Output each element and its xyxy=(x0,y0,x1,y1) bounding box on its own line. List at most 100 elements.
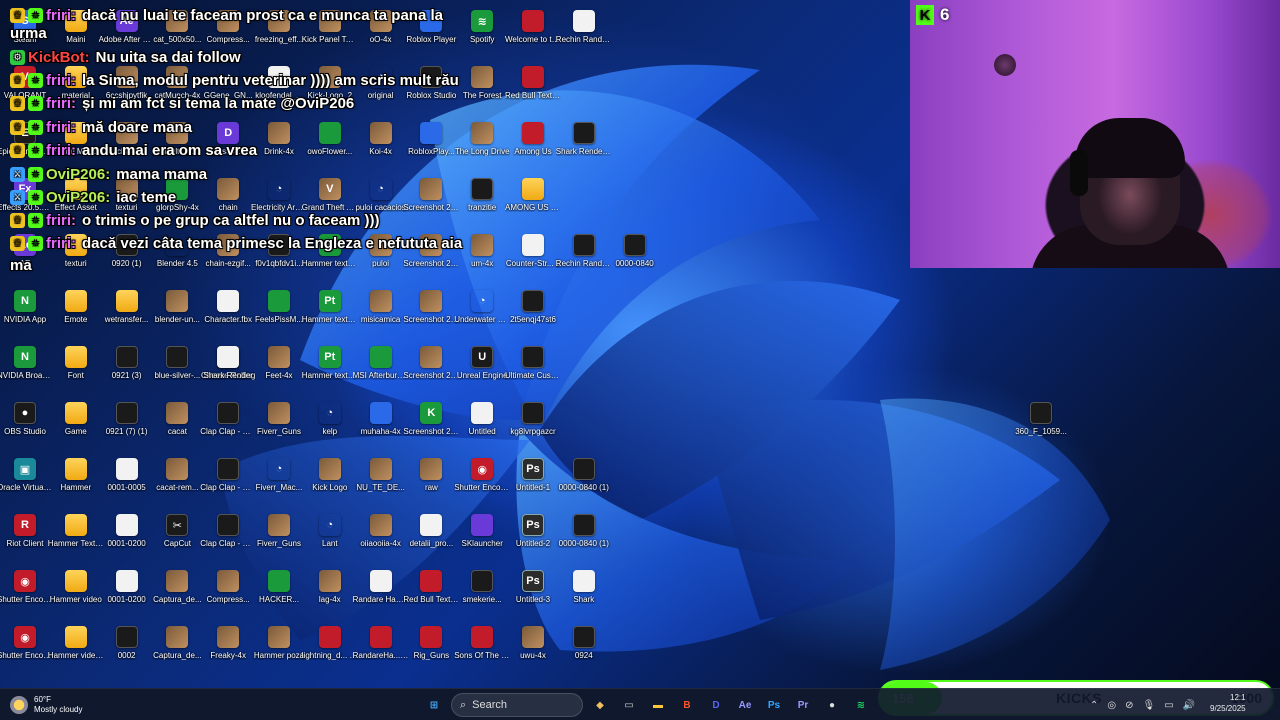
desktop-icon[interactable]: lightning_d... (1) xyxy=(302,622,358,676)
desktop-icon[interactable]: wetransfer... xyxy=(101,286,153,340)
desktop-icon[interactable]: N NVIDIA Broadcast xyxy=(0,342,53,396)
desktop-icon[interactable]: Ps Untitled-1 xyxy=(507,454,559,508)
volume-icon[interactable]: 🔊 xyxy=(1183,700,1195,711)
spotify-app[interactable]: ≋ xyxy=(849,693,873,717)
desktop-icon[interactable]: ◔ Fiverr_Mac... xyxy=(253,454,305,508)
desktop-icon[interactable]: cacat-rem... xyxy=(151,454,203,508)
desktop-icon[interactable]: 2t5enqj47st6 xyxy=(507,286,559,340)
desktop-icon[interactable]: Hammer video xyxy=(50,566,102,620)
desktop-icon[interactable]: ≋ Spotify xyxy=(456,6,508,60)
desktop-icon[interactable]: ▣ Oracle VirtualBox xyxy=(0,454,53,508)
file-explorer-app[interactable]: ▬ xyxy=(646,693,670,717)
network-icon[interactable]: ▭ xyxy=(1164,700,1173,711)
desktop-icon[interactable]: tranzitie xyxy=(456,174,508,228)
desktop-icon[interactable]: kg8lvrpgazcr xyxy=(507,398,559,452)
discord-app[interactable]: D xyxy=(704,693,728,717)
desktop-icon[interactable]: Fiverr_Guns xyxy=(253,398,305,452)
desktop-icon[interactable]: Untitled xyxy=(456,398,508,452)
desktop-icon[interactable]: 0000-0840 xyxy=(609,230,661,284)
desktop-icon[interactable]: FeelsPissM... xyxy=(253,286,305,340)
desktop-icon[interactable]: Ultimate Custo... xyxy=(505,342,561,396)
desktop-icon[interactable]: um-4x xyxy=(456,230,508,284)
desktop-icon[interactable]: Koi-4x xyxy=(355,118,407,172)
desktop-icon[interactable]: 360_F_1059... xyxy=(1015,398,1067,452)
desktop-icon[interactable]: detalii_pro... xyxy=(405,510,457,564)
desktop-icon[interactable]: HACKER... xyxy=(253,566,305,620)
desktop-icon[interactable]: ◉ Shutter Encod... xyxy=(0,566,53,620)
desktop-icon[interactable]: Among Us xyxy=(507,118,559,172)
desktop-icon[interactable]: Ps Untitled-3 xyxy=(507,566,559,620)
widgets-app[interactable]: ◆ xyxy=(588,693,612,717)
photoshop-app[interactable]: Ps xyxy=(762,693,786,717)
desktop-icon[interactable]: Clap Clap - Walkthrou... xyxy=(200,398,256,452)
desktop-icon[interactable]: Shark Render xyxy=(202,342,254,396)
premiere-app[interactable]: Pr xyxy=(791,693,815,717)
desktop-icon[interactable]: Rig_Guns xyxy=(405,622,457,676)
desktop-icon[interactable]: SKlauncher xyxy=(456,510,508,564)
desktop-icon[interactable]: Screenshot 2025-09-... xyxy=(403,286,459,340)
desktop-icon[interactable]: Screenshot 2025-09-... xyxy=(403,174,459,228)
overlay-icon[interactable]: ⊘ xyxy=(1125,700,1133,711)
desktop-icon[interactable]: raw xyxy=(405,454,457,508)
desktop-icon[interactable]: Compress... xyxy=(202,566,254,620)
desktop-icon[interactable]: The Long Drive xyxy=(455,118,510,172)
obs-app[interactable]: ● xyxy=(820,693,844,717)
desktop-icon[interactable]: Fiverr_Guns xyxy=(253,510,305,564)
desktop-icon[interactable]: Sons Of The Forest xyxy=(454,622,510,676)
desktop-icon[interactable]: U Unreal Engine xyxy=(456,342,508,396)
desktop-icon[interactable]: Drink-4x xyxy=(253,118,305,172)
desktop-icon[interactable]: ● OBS Studio xyxy=(0,398,51,452)
desktop-icon[interactable]: owoFlower... xyxy=(304,118,356,172)
desktop-icon[interactable]: 0000-0840 (1) xyxy=(558,454,610,508)
desktop-icon[interactable]: ◉ Shutter Encoder xyxy=(0,622,53,676)
desktop-icon[interactable]: Screenshot 2025-09-... xyxy=(403,342,459,396)
headset-icon[interactable]: ◎ xyxy=(1107,700,1116,711)
desktop-icon[interactable]: uwu-4x xyxy=(507,622,559,676)
brave-app[interactable]: B xyxy=(675,693,699,717)
desktop-icon[interactable]: Rechin Randare xyxy=(556,6,612,60)
desktop-icon[interactable]: Hammer poza xyxy=(253,622,305,676)
desktop-icon[interactable]: 0000-0840 (1) xyxy=(558,510,610,564)
desktop-icon[interactable]: K Screenshot 2025-09-... xyxy=(403,398,459,452)
desktop-icon[interactable]: muhaha-4x xyxy=(355,398,407,452)
desktop-icon[interactable]: Emote xyxy=(50,286,102,340)
weather-widget[interactable]: 60°F Mostly cloudy xyxy=(10,693,82,717)
desktop-icon[interactable]: 0001-0200 xyxy=(101,510,153,564)
after-effects-app[interactable]: Ae xyxy=(733,693,757,717)
desktop-icon[interactable]: Kick Logo xyxy=(304,454,356,508)
task-view-app[interactable]: ▭ xyxy=(617,693,641,717)
desktop-icon[interactable]: Freaky-4x xyxy=(202,622,254,676)
desktop-icon[interactable]: Pt Hammer textura_aut... xyxy=(302,342,358,396)
desktop-icon[interactable]: RandareHa... (1) xyxy=(353,622,409,676)
desktop-icon[interactable]: Welcome to the Game II xyxy=(505,6,561,60)
desktop-icon[interactable]: oiiaooiia-4x xyxy=(355,510,407,564)
desktop-icon[interactable]: Game xyxy=(50,398,102,452)
desktop-icon[interactable]: lag-4x xyxy=(304,566,356,620)
desktop-icon[interactable]: AMONG US STEAM(e... xyxy=(505,174,561,228)
desktop-icon[interactable]: MSI Afterburner xyxy=(353,342,409,396)
desktop-icon[interactable]: 0001-0200 xyxy=(101,566,153,620)
desktop-icon[interactable]: blue-silver-... xyxy=(151,342,203,396)
desktop-icon[interactable]: Randare Hammer_1 xyxy=(353,566,409,620)
desktop-icon[interactable]: ◔ Lant xyxy=(304,510,356,564)
desktop-icon[interactable]: Shark Render_1 xyxy=(556,118,612,172)
desktop-icon[interactable]: 0921 (3) xyxy=(101,342,153,396)
chevron-up-icon[interactable]: ⌃ xyxy=(1090,700,1098,711)
desktop-icon[interactable]: 0002 xyxy=(101,622,153,676)
desktop-icon[interactable]: NU_TE_DE... xyxy=(355,454,407,508)
desktop-icon[interactable]: Ps Untitled-2 xyxy=(507,510,559,564)
desktop-icon[interactable]: Captura_de... xyxy=(151,566,203,620)
desktop-icon[interactable]: 0921 (7) (1) xyxy=(101,398,153,452)
desktop-icon[interactable]: Rechin Randare xyxy=(556,230,612,284)
desktop-icon[interactable]: Clap Clap - Walkthrou... xyxy=(200,454,256,508)
desktop-icon[interactable]: RobloxPlay... xyxy=(405,118,457,172)
desktop-icon[interactable]: Hammer xyxy=(50,454,102,508)
taskbar-clock[interactable]: 12:1 9/25/2025 xyxy=(1210,692,1246,714)
taskbar-search-box[interactable]: ⌕ Search xyxy=(451,693,583,717)
desktop-icon[interactable]: cacat xyxy=(151,398,203,452)
desktop-icon[interactable]: Font xyxy=(50,342,102,396)
desktop-icon[interactable]: ✂ CapCut xyxy=(151,510,203,564)
desktop-icon[interactable]: Counter-Str... 2 xyxy=(506,230,560,284)
desktop-icon[interactable]: Character.fbx xyxy=(202,286,254,340)
desktop-icon[interactable]: blender-un... xyxy=(151,286,203,340)
